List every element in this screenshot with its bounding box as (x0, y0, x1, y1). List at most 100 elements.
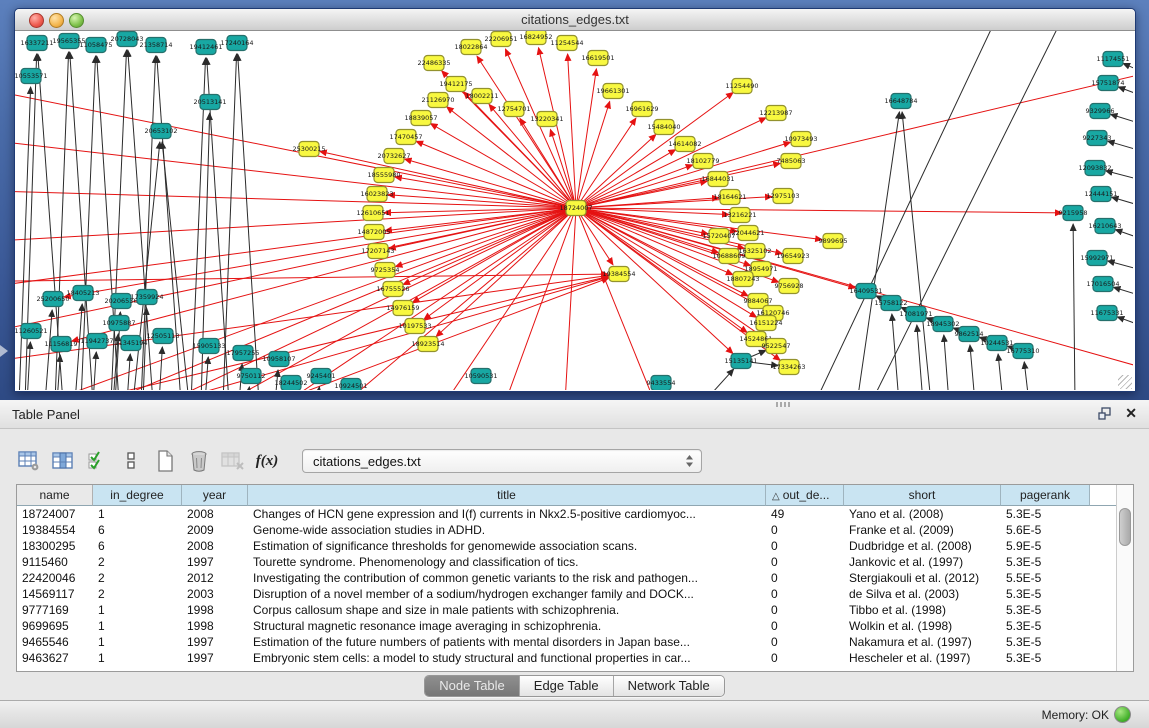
graph-node[interactable]: 20732627 (377, 149, 410, 164)
table-row[interactable]: 1872400712008Changes of HCN gene express… (17, 506, 1117, 522)
graph-node[interactable]: 15905133 (192, 339, 225, 354)
graph-node[interactable]: 12610651 (356, 206, 389, 221)
graph-node[interactable]: 18164621 (713, 190, 746, 205)
graph-node[interactable]: 10924501 (334, 379, 367, 391)
network-canvas[interactable]: 1872400722486335194121752112697018839057… (15, 31, 1133, 390)
memory-status-indicator[interactable] (1114, 706, 1131, 723)
graph-node[interactable]: 16648784 (884, 94, 917, 109)
graph-node[interactable]: 11942737 (80, 334, 113, 349)
tab-network-table[interactable]: Network Table (613, 676, 724, 696)
graph-node[interactable]: 11675331 (1090, 306, 1123, 321)
graph-node[interactable]: 15751874 (1091, 76, 1124, 91)
graph-node[interactable]: 11345194 (114, 336, 147, 351)
graph-node[interactable]: 17334263 (772, 360, 805, 375)
show-columns-icon[interactable] (50, 448, 76, 474)
splitter-handle[interactable] (776, 402, 792, 407)
graph-node[interactable]: 18405213 (66, 286, 99, 301)
table-row[interactable]: 1830029562008Estimation of significance … (17, 538, 1117, 554)
table-row[interactable]: 2242004622012Investigating the contribut… (17, 570, 1117, 586)
graph-node[interactable]: 9725354 (371, 263, 400, 278)
graph-node[interactable]: 9862514 (955, 327, 984, 342)
graph-node[interactable]: 9215958 (1059, 206, 1088, 221)
graph-node[interactable]: 11254544 (550, 36, 583, 51)
scrollbar-thumb[interactable] (1119, 508, 1131, 546)
graph-node[interactable]: 9522547 (762, 339, 791, 354)
table-row[interactable]: 1456911722003Disruption of a novel membe… (17, 586, 1117, 602)
column-header-title[interactable]: title (248, 485, 766, 506)
graph-node[interactable]: 10958107 (262, 352, 295, 367)
table-row[interactable]: 1938455462009Genome-wide association stu… (17, 522, 1117, 538)
panel-edge-handle[interactable] (0, 345, 8, 357)
graph-node[interactable]: 22044621 (731, 226, 764, 241)
vertical-scrollbar[interactable] (1116, 485, 1133, 671)
graph-node[interactable]: 10197533 (398, 319, 431, 334)
graph-node[interactable]: 21358714 (139, 38, 172, 53)
graph-node[interactable]: 9433554 (647, 376, 676, 391)
graph-node[interactable]: 10590531 (464, 369, 497, 384)
network-canvas-svg[interactable]: 1872400722486335194121752112697018839057… (15, 31, 1133, 390)
graph-node[interactable]: 9227343 (1083, 131, 1112, 146)
graph-node[interactable]: 18022864 (454, 40, 487, 55)
table-row[interactable]: 946362711997Embryonic stem cells: a mode… (17, 650, 1117, 666)
graph-node[interactable]: 22206951 (484, 32, 517, 47)
graph-node[interactable]: 19661301 (596, 84, 629, 99)
column-header-pagerank[interactable]: pagerank (1001, 485, 1090, 506)
graph-node[interactable]: 12505113 (146, 329, 179, 344)
graph-node[interactable]: 14872005 (357, 225, 390, 240)
graph-node[interactable]: 19384554 (602, 267, 635, 282)
table-row[interactable]: 911546021997Tourette syndrome. Phenomeno… (17, 554, 1117, 570)
graph-node[interactable]: 9756928 (775, 279, 804, 294)
graph-node[interactable]: 18923514 (411, 337, 444, 352)
graph-node[interactable]: 15484040 (647, 120, 680, 135)
close-panel-icon[interactable]: ✕ (1125, 405, 1137, 422)
tab-edge-table[interactable]: Edge Table (519, 676, 613, 696)
graph-node[interactable]: 9750112 (237, 369, 266, 384)
graph-node[interactable]: 18555980 (367, 168, 400, 183)
column-header-short[interactable]: short (844, 485, 1001, 506)
row-height-icon[interactable] (118, 448, 144, 474)
graph-node[interactable]: 18102779 (686, 154, 719, 169)
graph-node[interactable]: 9899695 (819, 234, 848, 249)
graph-node[interactable]: 14614082 (668, 137, 701, 152)
table-row[interactable]: 946554611997Estimation of the future num… (17, 634, 1117, 650)
graph-node[interactable]: 21126970 (421, 93, 454, 108)
graph-node[interactable]: 16961629 (625, 102, 658, 117)
graph-node[interactable]: 16619501 (581, 51, 614, 66)
graph-node[interactable]: 10553571 (15, 69, 48, 84)
graph-node[interactable]: 10973493 (784, 132, 817, 147)
delete-column-icon[interactable] (186, 448, 212, 474)
graph-node[interactable]: 19412461 (189, 40, 222, 55)
column-header-in-degree[interactable]: in_degree (93, 485, 182, 506)
window-resize-grip[interactable] (1118, 375, 1132, 389)
column-visibility-icon[interactable] (84, 448, 110, 474)
table-selector-combo[interactable]: citations_edges.txt (302, 449, 702, 473)
column-header-name[interactable]: name (17, 485, 93, 506)
column-header-out-degree[interactable]: △out_de... (766, 485, 844, 506)
graph-node[interactable]: 18002211 (465, 89, 498, 104)
graph-node[interactable]: 12093832 (1078, 161, 1111, 176)
graph-node[interactable]: 12754701 (497, 102, 530, 117)
window-titlebar[interactable]: citations_edges.txt (15, 9, 1135, 31)
graph-node[interactable]: 19654923 (776, 249, 809, 264)
graph-node[interactable]: 18244502 (274, 376, 307, 391)
graph-node[interactable]: 13220341 (530, 112, 563, 127)
graph-node[interactable]: 22486335 (417, 56, 450, 71)
graph-node[interactable]: 7485063 (777, 154, 806, 169)
graph-node[interactable]: 25300215 (292, 142, 325, 157)
graph-node[interactable]: 17207143 (361, 244, 394, 259)
graph-node[interactable]: 12975103 (766, 189, 799, 204)
graph-node[interactable]: 12444151 (1084, 187, 1117, 202)
graph-node[interactable]: 17016504 (1086, 277, 1119, 292)
tab-node-table[interactable]: Node Table (425, 676, 519, 696)
graph-node[interactable]: 16844031 (701, 172, 734, 187)
graph-node[interactable]: 16023823 (360, 187, 393, 202)
graph-node[interactable]: 20513141 (193, 95, 226, 110)
graph-node[interactable]: 16824952 (519, 31, 552, 45)
graph-node[interactable]: 9245401 (307, 369, 336, 384)
graph-node[interactable]: 17957255 (226, 346, 259, 361)
table-mode-icon[interactable] (16, 448, 42, 474)
function-builder-icon[interactable]: f(x) (254, 448, 280, 474)
graph-node[interactable]: 16337211 (20, 36, 53, 51)
column-header-year[interactable]: year (182, 485, 248, 506)
table-row[interactable]: 977716911998Corpus callosum shape and si… (17, 602, 1117, 618)
